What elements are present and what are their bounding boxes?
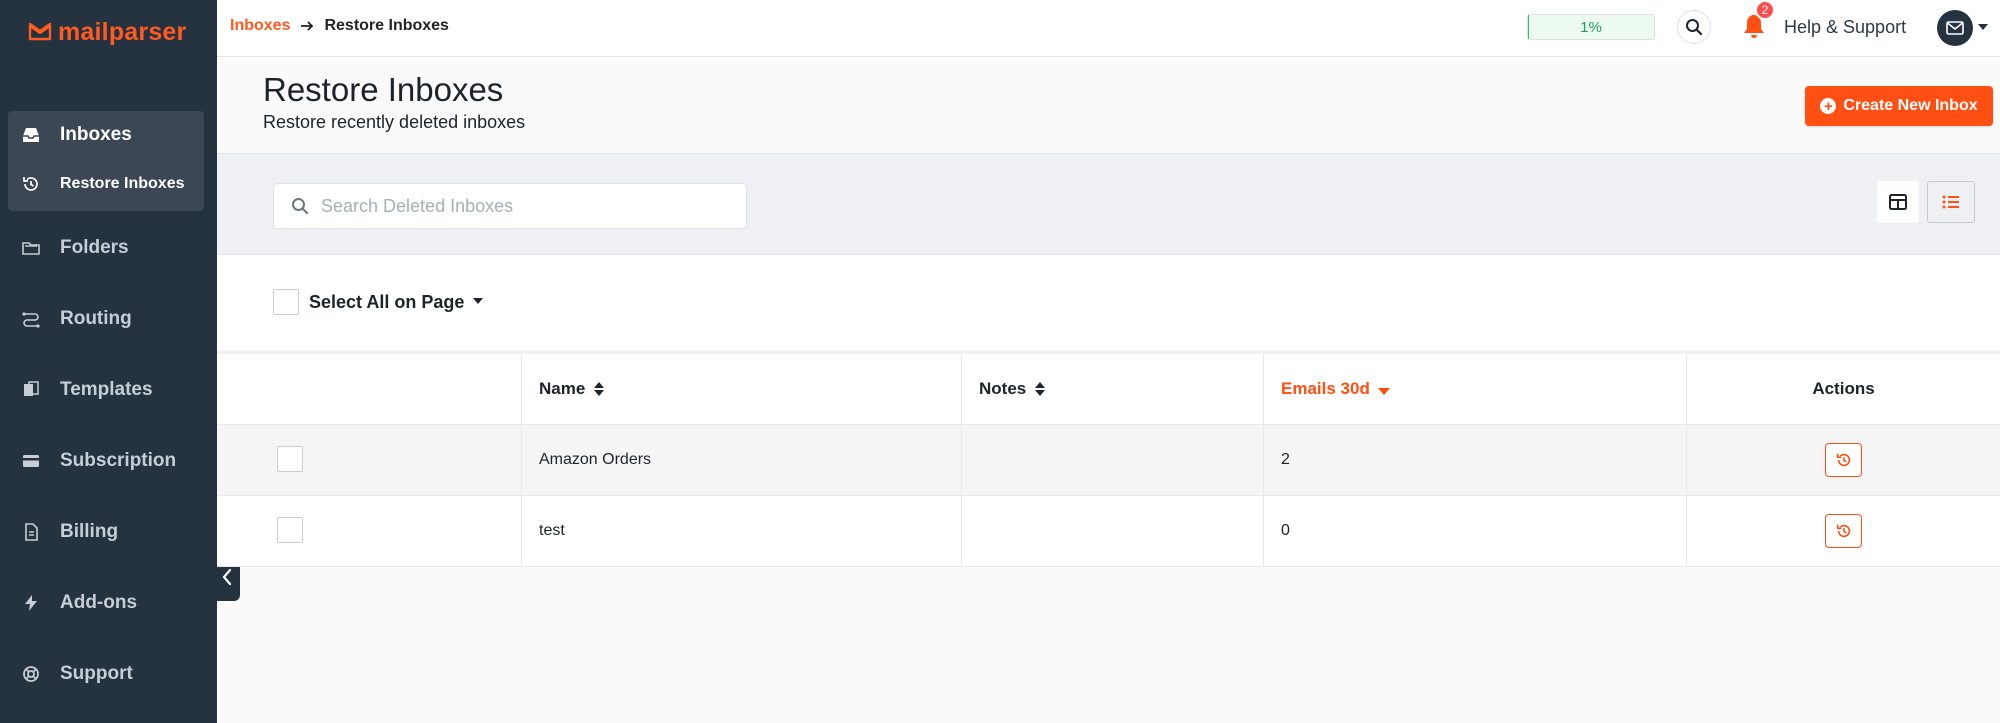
row-checkbox[interactable] (277, 517, 303, 543)
table-row: Amazon Orders 2 (217, 425, 2000, 496)
sidebar-item-subscription[interactable]: Subscription (0, 441, 217, 481)
select-all-label[interactable]: Select All on Page (309, 292, 464, 313)
grid-view-toggle[interactable] (1877, 181, 1919, 223)
emails-30d-cell: 2 (1263, 425, 1686, 495)
sidebar-item-label: Subscription (60, 450, 177, 471)
lifebuoy-icon (20, 663, 42, 685)
select-all-row: Select All on Page (217, 255, 2000, 349)
notes-cell (961, 496, 1263, 566)
sort-desc-icon (1377, 387, 1390, 395)
breadcrumb-link-inboxes[interactable]: Inboxes (230, 17, 290, 35)
history-icon (1836, 524, 1850, 538)
row-checkbox[interactable] (277, 446, 303, 472)
table-row: test 0 (217, 496, 2000, 567)
logo-text: mailparser (58, 17, 187, 46)
notes-cell (961, 425, 1263, 495)
inbox-name-cell[interactable]: Amazon Orders (521, 425, 961, 495)
folders-icon (20, 237, 42, 259)
usage-progress[interactable]: 1% (1527, 14, 1655, 40)
list-view-toggle[interactable] (1927, 181, 1975, 223)
emails-30d-cell: 0 (1263, 496, 1686, 566)
page-header: Restore Inboxes Restore recently deleted… (217, 57, 2000, 153)
credit-card-icon (20, 450, 42, 472)
history-icon (20, 173, 42, 195)
plus-circle-icon: + (1820, 98, 1837, 114)
inbox-icon (20, 124, 42, 146)
global-search-button[interactable] (1677, 10, 1711, 44)
caret-down-icon[interactable] (473, 298, 483, 304)
sidebar-item-label: Restore Inboxes (60, 175, 185, 192)
search-icon (292, 198, 309, 215)
logo[interactable]: mailparser (28, 14, 186, 50)
restore-inbox-button[interactable] (1825, 514, 1862, 548)
breadcrumb: Inboxes Restore Inboxes (230, 17, 449, 35)
breadcrumb-current: Restore Inboxes (324, 17, 449, 34)
create-new-inbox-label: Create New Inbox (1843, 97, 1978, 114)
sidebar-item-routing[interactable]: Routing (0, 299, 217, 339)
sidebar-item-label: Templates (60, 379, 153, 400)
deleted-inboxes-table: Name Notes Emails 30d Actions Amazon Ord… (217, 351, 2000, 567)
templates-icon (20, 379, 42, 401)
sort-icon (1035, 382, 1046, 396)
page-subtitle: Restore recently deleted inboxes (263, 112, 526, 132)
sidebar-item-support[interactable]: Support (0, 654, 217, 694)
help-support-link[interactable]: Help & Support (1784, 17, 1906, 38)
notification-count-badge: 2 (1755, 0, 1775, 20)
list-icon (1942, 195, 1959, 209)
sidebar-item-label: Billing (60, 521, 119, 542)
sidebar-item-folders[interactable]: Folders (0, 228, 217, 268)
column-header-name[interactable]: Name (521, 354, 961, 424)
history-icon (1836, 453, 1850, 467)
arrow-right-icon (300, 20, 314, 32)
header-select (217, 354, 521, 424)
sidebar-item-label: Routing (60, 308, 132, 329)
search-icon (1686, 19, 1703, 36)
billing-icon (20, 521, 42, 543)
column-header-notes[interactable]: Notes (961, 354, 1263, 424)
sidebar-item-billing[interactable]: Billing (0, 512, 217, 552)
filter-bar (217, 153, 2000, 255)
sidebar-item-templates[interactable]: Templates (0, 370, 217, 410)
inbox-name-cell[interactable]: test (521, 496, 961, 566)
table-header-row: Name Notes Emails 30d Actions (217, 354, 2000, 425)
table-grid-icon (1889, 194, 1907, 210)
mail-logo-icon (28, 22, 52, 41)
restore-inbox-button[interactable] (1825, 443, 1862, 477)
page-title: Restore Inboxes (263, 71, 504, 108)
topbar: Inboxes Restore Inboxes 1% 2 Help & Supp… (217, 0, 2000, 57)
sidebar-item-add-ons[interactable]: Add-ons (0, 583, 217, 623)
column-header-actions: Actions (1686, 354, 2000, 424)
sidebar-item-label: Inboxes (60, 124, 132, 145)
sidebar: mailparser Inboxes Restore Inboxes Folde… (0, 0, 217, 723)
column-header-emails-30d[interactable]: Emails 30d (1263, 354, 1686, 424)
sort-icon (594, 382, 605, 396)
chevron-left-icon (222, 568, 232, 586)
sidebar-item-label: Support (60, 663, 133, 684)
create-new-inbox-button[interactable]: + Create New Inbox (1805, 86, 1993, 126)
user-avatar[interactable] (1937, 10, 1973, 46)
sidebar-item-restore-inboxes[interactable]: Restore Inboxes (0, 164, 217, 204)
envelope-icon (1946, 21, 1964, 35)
bolt-icon (20, 592, 42, 614)
sidebar-item-inboxes[interactable]: Inboxes (0, 115, 217, 155)
sidebar-item-label: Add-ons (60, 592, 138, 613)
search-field[interactable] (273, 183, 747, 229)
caret-down-icon[interactable] (1978, 24, 1988, 30)
select-all-checkbox[interactable] (273, 289, 299, 315)
usage-progress-label: 1% (1580, 19, 1602, 36)
search-deleted-inboxes-input[interactable] (321, 184, 731, 228)
sidebar-item-label: Folders (60, 237, 129, 258)
routing-icon (20, 308, 42, 330)
